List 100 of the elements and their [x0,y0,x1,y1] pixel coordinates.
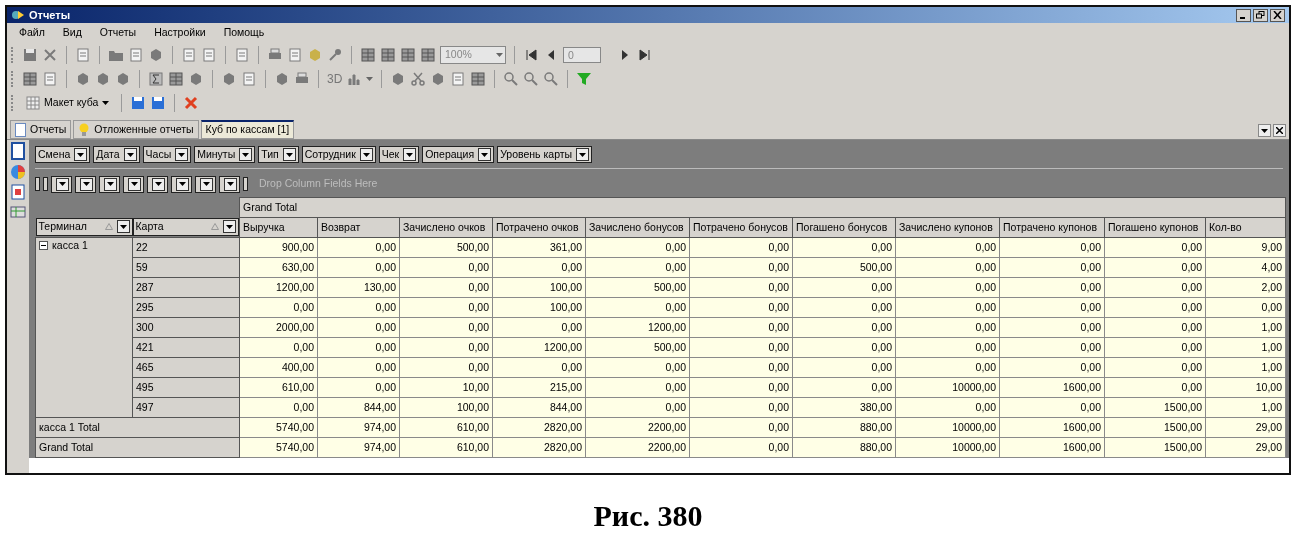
cube-icon[interactable] [148,47,164,63]
table-icon[interactable] [22,71,38,87]
minimize-button[interactable] [1236,8,1251,22]
dropdown-button[interactable] [359,148,373,161]
column-header: Выручка [239,217,318,238]
menu-item[interactable]: Вид [62,25,82,41]
dropdown-button[interactable] [223,220,236,234]
delete-icon[interactable] [183,95,200,111]
dropdown-button[interactable] [200,177,213,191]
caret-icon [242,152,250,157]
dropdown-button[interactable] [576,148,590,161]
dropdown-button[interactable] [239,148,253,161]
caret-icon [119,224,127,229]
key-icon[interactable] [327,47,343,63]
caret-icon [107,182,114,186]
dropdown-button[interactable] [1258,124,1271,137]
filter-field[interactable]: Часы [142,146,192,163]
table-icon[interactable] [168,71,184,87]
caret-icon [1261,128,1268,133]
close-button[interactable] [1270,8,1285,22]
field-handle[interactable] [43,177,48,191]
row-total-header: Grand Total [35,437,240,458]
row-field-header[interactable]: Терминал [35,217,133,236]
sort-icon [104,223,113,231]
tab[interactable]: Куб по кассам [1] [200,120,295,139]
row-group-label: касса 1 [52,238,88,253]
dropdown-button[interactable] [478,148,492,161]
tab[interactable]: Отчеты [10,120,72,139]
row-total-header: касса 1 Total [35,417,240,438]
filter-field[interactable]: Тип [258,146,299,163]
dropdown-button[interactable] [282,148,296,161]
page-icon[interactable] [181,47,197,63]
save-icon[interactable] [130,95,147,111]
filter-field[interactable]: Операция [422,146,495,163]
grid-icon[interactable] [400,47,416,63]
menu-item[interactable]: Отчеты [99,25,137,41]
dropdown-button[interactable] [403,148,417,161]
table-icon[interactable] [470,71,487,87]
app-icon [11,9,25,21]
dropdown-button[interactable] [123,148,137,161]
field-handle[interactable] [35,177,40,191]
dropdown-button[interactable] [56,177,69,191]
dropdown-button[interactable] [175,148,189,161]
figure-caption: Рис. 380 [593,501,703,531]
document-icon[interactable] [10,142,26,160]
dropdown-button[interactable] [152,177,165,191]
caret-icon [227,182,234,186]
menu-item[interactable]: Файл [19,25,45,41]
menu-item[interactable]: Помощь [223,25,265,41]
pie-chart-icon[interactable] [10,164,26,180]
filter-field[interactable]: Сотрудник [301,146,376,163]
dropdown-button[interactable] [176,177,189,191]
cube-layout-button[interactable]: Макет куба [22,93,114,113]
last-page-icon[interactable] [637,47,653,63]
row-field-header[interactable]: Карта [132,217,239,236]
close-icon[interactable] [42,47,58,63]
dropdown-button[interactable] [80,177,93,191]
caret-icon[interactable] [366,77,374,81]
drop-zone-hint: Drop Column Fields Here [259,176,378,192]
report-icon[interactable] [10,184,26,200]
collapse-toggle[interactable] [39,241,48,251]
caret-icon [131,182,138,186]
page-icon[interactable] [234,47,250,63]
dropdown-button[interactable] [128,177,141,191]
page-icon[interactable] [201,47,217,63]
dropdown-button[interactable] [104,177,117,191]
menu-item[interactable]: Настройки [154,25,206,41]
filter-field[interactable]: Минуты [194,146,256,163]
page-icon[interactable] [128,47,144,63]
filter-field[interactable]: Чек [378,146,420,163]
dropdown-button[interactable] [224,177,237,191]
caret-icon [362,152,370,157]
restore-button[interactable] [1253,8,1268,22]
filter-field[interactable]: Дата [93,146,140,163]
first-page-icon[interactable] [523,47,539,63]
caret-icon [155,182,162,186]
filter-field[interactable]: Смена [35,146,91,163]
sum-icon[interactable] [148,71,164,87]
zoom-out-icon[interactable] [523,71,540,87]
close-button[interactable] [1273,124,1286,137]
scissors-icon[interactable] [410,71,427,87]
bar-chart-icon[interactable] [346,71,363,87]
grid-icon[interactable] [420,47,436,63]
field-handle[interactable] [243,177,248,191]
filter-field[interactable]: Уровень карты [497,146,593,163]
row-header-cell: 22 [132,237,240,258]
filter-icon[interactable] [576,71,593,87]
list-icon[interactable] [450,71,467,87]
grid-icon[interactable] [380,47,396,63]
search-icon[interactable] [543,71,560,87]
caret-icon [178,152,186,157]
save-icon[interactable] [22,47,38,63]
caret-icon [59,182,66,186]
dropdown-button[interactable] [74,148,88,161]
zoom-in-icon[interactable] [503,71,520,87]
dropdown-button[interactable] [116,220,130,234]
grid-icon[interactable] [360,47,376,63]
save-as-icon[interactable] [150,95,167,111]
table-icon[interactable] [10,204,26,220]
tab[interactable]: Отложенные отчеты [73,120,199,139]
